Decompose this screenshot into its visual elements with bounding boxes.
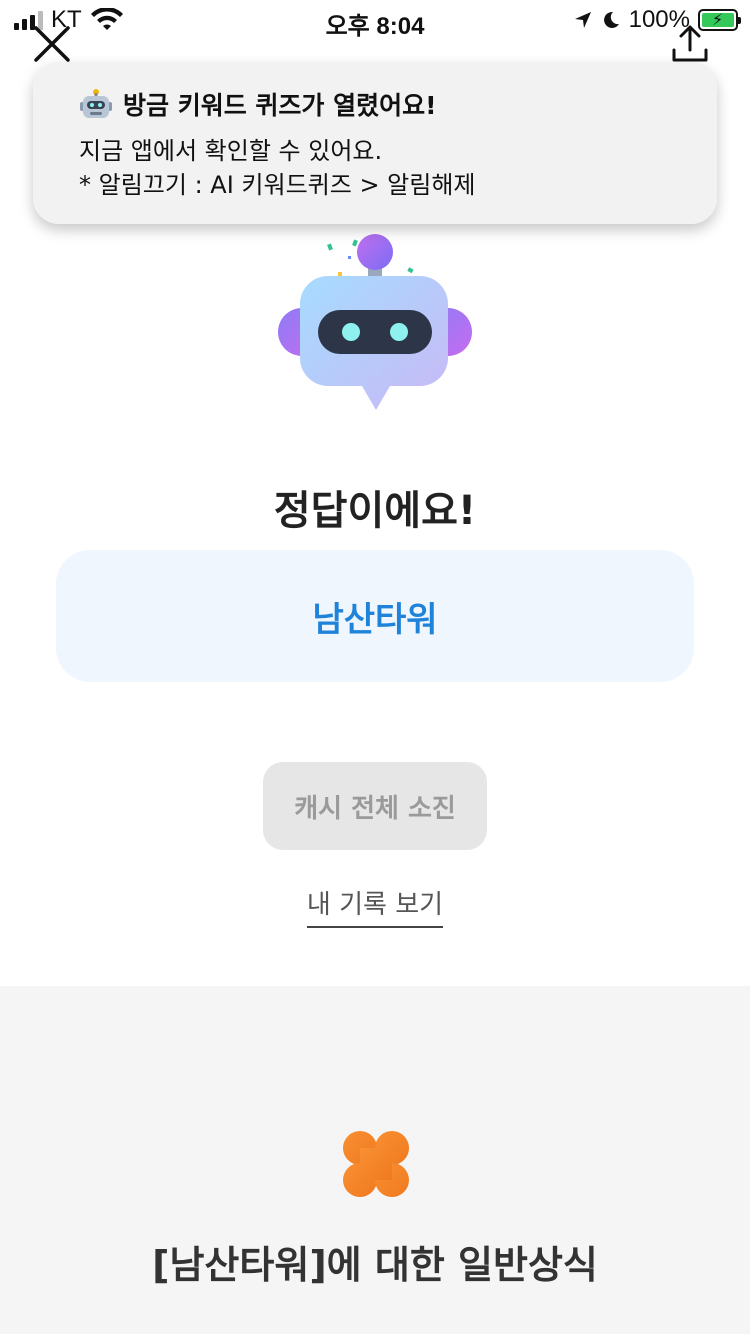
push-notification-banner[interactable]: 방금 키워드 퀴즈가 열렸어요! 지금 앱에서 확인할 수 있어요. * 알림끄… [33,62,717,224]
status-right: 100% ⚡ [573,6,741,34]
result-title: 정답이에요! [273,488,477,534]
notification-line-1: 지금 앱에서 확인할 수 있어요. [79,137,383,165]
clover-icon [343,1131,409,1197]
notification-line-2: * 알림끄기 : AI 키워드퀴즈 > 알림해제 [79,171,476,199]
location-arrow-icon [574,12,591,28]
status-bar: KT 오후 8:04 100% ⚡ [0,0,750,40]
trivia-section: [남산타워]에 대한 일반상식 [0,986,750,1334]
quiz-result-screen: KT 오후 8:04 100% ⚡ 정답이에요! 남산타워 캐시 전체 소진 내… [0,0,750,1334]
close-button[interactable] [30,22,74,66]
notification-body: 지금 앱에서 확인할 수 있어요. * 알림끄기 : AI 키워드퀴즈 > 알림… [79,134,671,202]
moon-icon [603,11,619,28]
share-icon [672,25,708,62]
close-icon [34,26,70,62]
robot-illustration [278,234,472,410]
cash-use-all-button[interactable]: 캐시 전체 소진 [263,762,487,850]
robot-emoji-icon [80,89,112,118]
share-button[interactable] [668,22,712,66]
history-link-container: 내 기록 보기 [0,884,750,928]
answer-box: 남산타워 [56,550,694,682]
my-history-link[interactable]: 내 기록 보기 [306,890,444,928]
answer-text: 남산타워 [312,599,438,640]
trivia-title: [남산타워]에 대한 일반상식 [152,1243,598,1287]
notification-header: 방금 키워드 퀴즈가 열렸어요! [79,86,671,122]
notification-title: 방금 키워드 퀴즈가 열렸어요! [123,91,437,120]
